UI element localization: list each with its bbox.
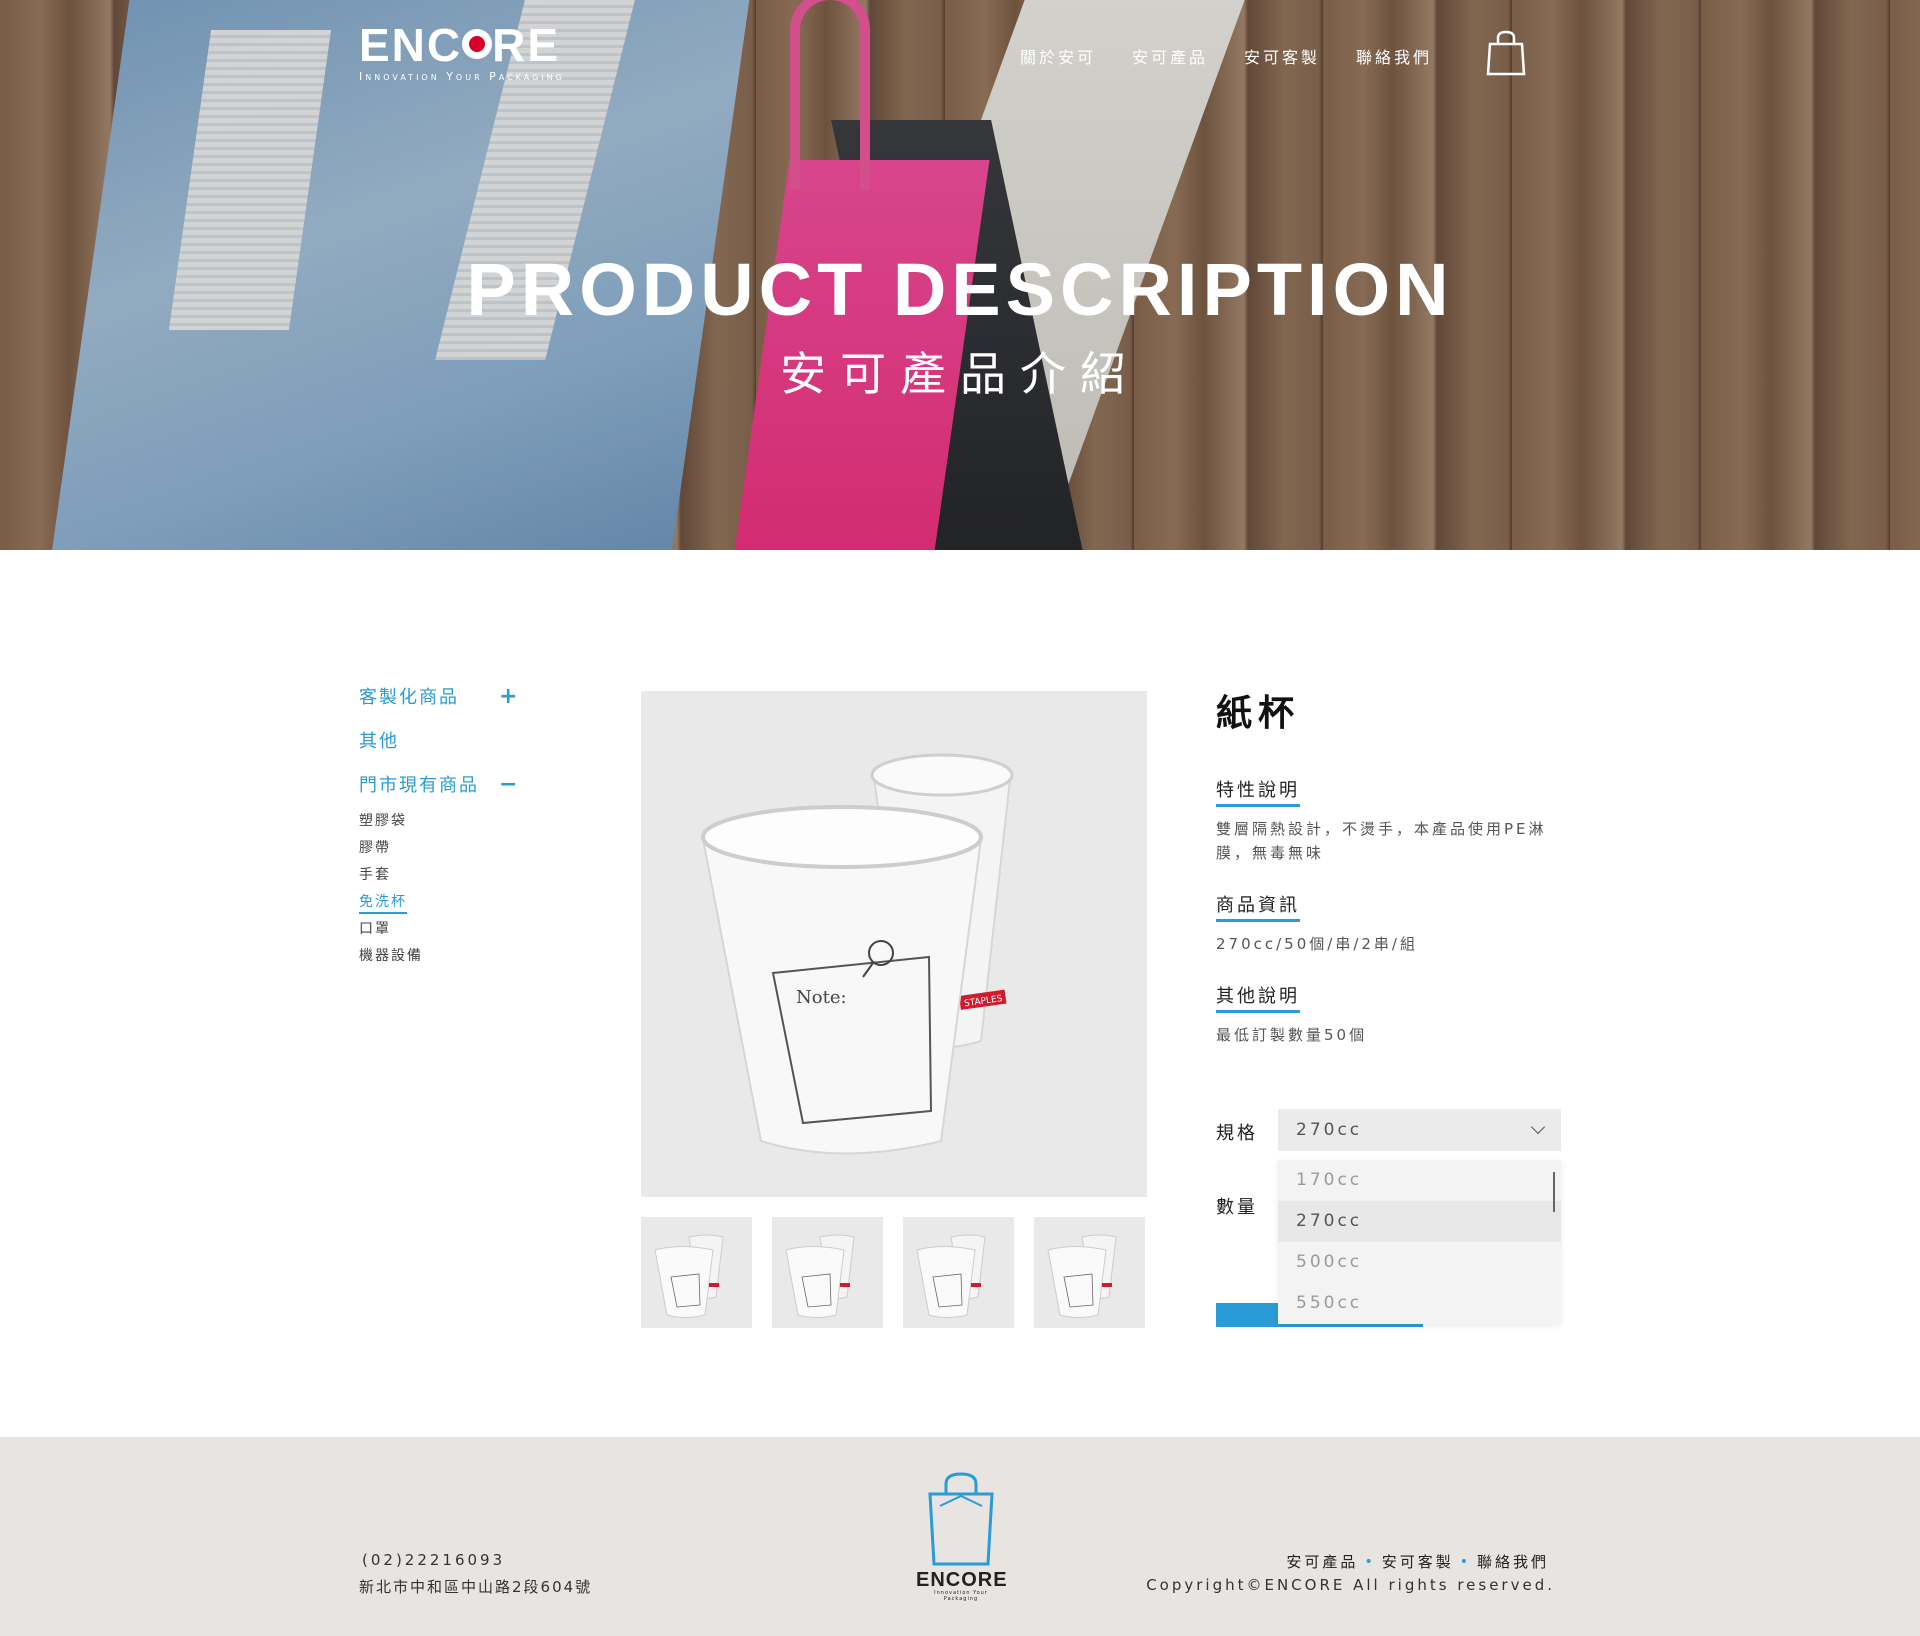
category-store-items[interactable]: 門市現有商品 − (359, 770, 519, 798)
product-title: 紙杯 (1216, 693, 1301, 734)
footer-phone: (02)22216093 (362, 1551, 506, 1569)
bullet-icon: • (1459, 1553, 1471, 1570)
thumbnail-2[interactable] (772, 1217, 883, 1328)
expand-plus-icon[interactable]: + (499, 684, 519, 709)
category-label: 客製化商品 (359, 687, 459, 708)
category-other[interactable]: 其他 (359, 726, 519, 754)
product-details: 紙杯 特性說明 雙層隔熱設計，不燙手，本產品使用PE淋膜，無毒無味 商品資訊 2… (1216, 684, 1560, 1073)
product-info-text: 270cc/50個/串/2串/組 (1216, 935, 1418, 953)
spec-option-550cc[interactable]: 550cc (1278, 1283, 1561, 1324)
paper-cups-illustration: STAPLES Note: (701, 753, 1014, 1155)
subcategory-label: 機器設備 (359, 948, 423, 964)
spec-option-170cc[interactable]: 170cc (1278, 1160, 1561, 1201)
category-label: 門市現有商品 (359, 775, 479, 796)
footer-copyright: Copyright©ENCORE All rights reserved. (1146, 1576, 1555, 1594)
spec-option-270cc[interactable]: 270cc (1278, 1201, 1561, 1242)
footer-link-products[interactable]: 安可產品 (1286, 1551, 1358, 1572)
logo-dot-icon (462, 29, 493, 59)
subcategory-plastic-bag[interactable]: 塑膠袋 (359, 808, 519, 835)
thumbnail-3[interactable] (903, 1217, 1014, 1328)
subcategory-label: 免洗杯 (359, 894, 407, 914)
subcategory-disposable-cups[interactable]: 免洗杯 (359, 889, 519, 916)
dropdown-scrollbar[interactable] (1553, 1172, 1555, 1212)
category-label: 其他 (359, 731, 399, 752)
collapse-minus-icon[interactable]: − (499, 772, 519, 797)
spec-selected-value: 270cc (1296, 1120, 1363, 1140)
cup-thumbnail-icon (654, 1234, 724, 1318)
cup-thumbnail-icon (785, 1234, 855, 1318)
spec-dropdown-list: 170cc 270cc 500cc 550cc (1278, 1160, 1561, 1324)
nav-contact[interactable]: 聯絡我們 (1356, 44, 1432, 68)
subcategory-masks[interactable]: 口罩 (359, 916, 519, 943)
footer-address: 新北市中和區中山路2段604號 (359, 1578, 593, 1596)
footer-links: 安可產品 • 安可客製 • 聯絡我們 (1286, 1551, 1549, 1572)
logo-word: ENC RE (359, 19, 561, 71)
nav-custom[interactable]: 安可客製 (1244, 44, 1320, 68)
subcategory-list: 塑膠袋 膠帶 手套 免洗杯 口罩 機器設備 (359, 808, 519, 970)
shopping-bag-icon[interactable] (1486, 30, 1526, 76)
subcategory-gloves[interactable]: 手套 (359, 862, 519, 889)
nav-products[interactable]: 安可產品 (1132, 44, 1208, 68)
spec-select[interactable]: 270cc (1278, 1109, 1561, 1151)
hero-title: PRODUCT DESCRIPTION (466, 248, 1454, 331)
spec-label: 規格 (1216, 1123, 1258, 1144)
spec-option-500cc[interactable]: 500cc (1278, 1242, 1561, 1283)
other-info-text: 最低訂製數量50個 (1216, 1026, 1368, 1044)
thumbnail-1[interactable] (641, 1217, 752, 1328)
subcategory-tape[interactable]: 膠帶 (359, 835, 519, 862)
subcategory-label: 口罩 (359, 921, 391, 937)
product-info-heading: 商品資訊 (1216, 891, 1300, 922)
bullet-icon: • (1364, 1553, 1376, 1570)
hero-subtitle: 安可產品介紹 (780, 347, 1140, 401)
cup-thumbnail-icon (1047, 1234, 1117, 1318)
features-text: 雙層隔熱設計，不燙手，本產品使用PE淋膜，無毒無味 (1216, 820, 1547, 862)
subcategory-label: 膠帶 (359, 840, 391, 856)
product-thumbnails (641, 1217, 1145, 1328)
subcategory-label: 塑膠袋 (359, 813, 407, 829)
hero-banner: ENC RE Innovation Your Packaging 關於安可 安可產… (0, 0, 1920, 550)
footer-logo-word: ENCORE (916, 1569, 1008, 1591)
header-logo[interactable]: ENC RE Innovation Your Packaging (359, 22, 565, 83)
footer-link-contact[interactable]: 聯絡我們 (1477, 1551, 1549, 1572)
subcategory-label: 手套 (359, 867, 391, 883)
chevron-down-icon (1530, 1119, 1546, 1135)
subcategory-machines[interactable]: 機器設備 (359, 943, 519, 970)
bag-logo-icon (928, 1472, 994, 1566)
product-main-image[interactable]: STAPLES Note: (641, 691, 1147, 1197)
features-heading: 特性說明 (1216, 776, 1300, 807)
footer-link-custom[interactable]: 安可客製 (1382, 1551, 1454, 1572)
footer-logo[interactable]: ENCORE Innovation Your Packaging (916, 1472, 1008, 1602)
main-nav: 關於安可 安可產品 安可客製 聯絡我們 (1020, 44, 1432, 68)
nav-about[interactable]: 關於安可 (1020, 44, 1096, 68)
category-custom[interactable]: 客製化商品 + (359, 682, 519, 710)
quantity-label: 數量 (1216, 1197, 1258, 1218)
other-info-heading: 其他說明 (1216, 982, 1300, 1013)
logo-tagline: Innovation Your Packaging (359, 70, 565, 83)
footer-logo-tagline: Innovation Your Packaging (934, 1590, 988, 1602)
cup-thumbnail-icon (916, 1234, 986, 1318)
note-text: Note: (796, 987, 847, 1008)
thumbnail-4[interactable] (1034, 1217, 1145, 1328)
category-sidebar: 客製化商品 + 其他 門市現有商品 − 塑膠袋 膠帶 手套 免洗杯 口罩 機器設… (359, 682, 519, 970)
